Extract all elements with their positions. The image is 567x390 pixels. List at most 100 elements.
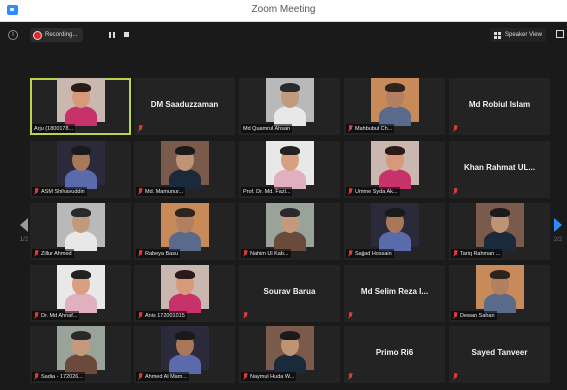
stop-recording-icon[interactable] xyxy=(124,32,129,37)
mic-muted-icon xyxy=(138,125,143,132)
participant-video xyxy=(265,78,314,126)
participant-nameplate: Sadia - 172026... xyxy=(32,372,85,381)
participant-video xyxy=(370,141,419,189)
participant-tile[interactable]: Nahim Ul Kab... xyxy=(239,203,340,260)
participant-nameplate xyxy=(451,372,460,381)
participant-video xyxy=(56,326,105,374)
previous-page-button[interactable]: 1/2 xyxy=(17,212,31,252)
participant-tile[interactable]: Md Selim Reza I... xyxy=(344,265,445,322)
participant-name-large: Khan Rahmat UL... xyxy=(463,163,536,172)
participant-video xyxy=(370,203,419,251)
participant-nameplate xyxy=(241,311,250,320)
meeting-info-icon[interactable]: i xyxy=(8,30,18,40)
participant-tile[interactable]: Dr. Md Ahnaf... xyxy=(30,265,131,322)
participant-tile[interactable]: DM Saaduzzaman xyxy=(134,78,235,135)
participant-nameplate: Sajjad Hossain xyxy=(346,249,394,258)
participant-name-large: Primo Ri6 xyxy=(375,348,414,357)
mic-muted-icon xyxy=(34,188,39,195)
previous-page-number: 1/2 xyxy=(19,237,29,243)
participant-nameplate: Arju (1800178... xyxy=(32,124,76,133)
mic-muted-icon xyxy=(348,125,353,132)
participant-name-large: Sayed Tanveer xyxy=(471,348,528,357)
participant-nameplate xyxy=(346,311,355,320)
participant-nameplate: Tariq Rahman ... xyxy=(451,249,503,258)
mic-muted-icon xyxy=(138,250,143,257)
participant-video xyxy=(160,203,209,251)
participant-tile[interactable]: Sourav Barua xyxy=(239,265,340,322)
participant-nameplate: Naymul Huda W... xyxy=(241,372,297,381)
participant-nameplate: Rabeya Basu xyxy=(136,249,181,258)
participant-tile[interactable]: Zillur Ahmed xyxy=(30,203,131,260)
participant-nameplate: Zillur Ahmed xyxy=(32,249,74,258)
participant-tile[interactable]: Ahmed Al Mam... xyxy=(134,326,235,383)
participant-tile[interactable]: Sadia - 172026... xyxy=(30,326,131,383)
participant-name: Mahbubul Ch... xyxy=(355,125,393,132)
participant-name: Naymul Huda W... xyxy=(250,373,295,380)
participant-tile[interactable]: ASM Shihavuddin xyxy=(30,141,131,198)
participant-name: Ahmed Al Mam... xyxy=(145,373,187,380)
mic-muted-icon xyxy=(138,188,143,195)
participant-video xyxy=(160,141,209,189)
participant-tile[interactable]: Anis 172001015 xyxy=(134,265,235,322)
speaker-view-button[interactable]: Speaker View xyxy=(490,28,546,42)
mic-muted-icon xyxy=(243,250,248,257)
participant-nameplate: Ahmed Al Mam... xyxy=(136,372,189,381)
mic-muted-icon xyxy=(34,312,39,319)
participant-tile[interactable]: Sayed Tanveer xyxy=(449,326,550,383)
fullscreen-icon[interactable] xyxy=(556,30,564,38)
participant-video xyxy=(56,78,105,126)
participant-tile[interactable]: Rabeya Basu xyxy=(134,203,235,260)
title-bar: Zoom Meeting xyxy=(0,0,567,22)
participant-tile[interactable]: Umme Syda Ak... xyxy=(344,141,445,198)
participant-nameplate xyxy=(136,124,145,133)
mic-muted-icon xyxy=(453,125,458,132)
participant-video xyxy=(475,265,524,313)
next-page-number: 2/2 xyxy=(553,237,563,243)
participant-tile[interactable]: Prof. Dr. Md. Fazl... xyxy=(239,141,340,198)
participant-tile[interactable]: Khan Rahmat UL... xyxy=(449,141,550,198)
participant-video xyxy=(265,203,314,251)
participant-tile[interactable]: Tariq Rahman ... xyxy=(449,203,550,260)
participant-nameplate xyxy=(451,124,460,133)
speaker-view-label: Speaker View xyxy=(505,32,542,38)
participant-tile[interactable]: Md Quamrul Ahsan xyxy=(239,78,340,135)
participant-nameplate: Md. Mamunur... xyxy=(136,187,186,196)
participant-video xyxy=(160,265,209,313)
mic-muted-icon xyxy=(34,373,39,380)
participant-video xyxy=(475,203,524,251)
mic-muted-icon xyxy=(453,373,458,380)
arrow-left-icon xyxy=(20,218,28,232)
participant-nameplate: ASM Shihavuddin xyxy=(32,187,87,196)
meeting-top-bar: i Recording... Speaker View xyxy=(0,22,567,48)
participant-name: Umme Syda Ak... xyxy=(355,188,398,195)
mic-muted-icon xyxy=(138,373,143,380)
mic-muted-icon xyxy=(348,188,353,195)
next-page-button[interactable]: 2/2 xyxy=(551,212,565,252)
participant-tile[interactable]: Arju (1800178... xyxy=(30,78,131,135)
participant-tile[interactable]: Md. Mamunur... xyxy=(134,141,235,198)
participant-name-large: Md Robiul Islam xyxy=(468,100,531,109)
participant-tile[interactable]: Naymul Huda W... xyxy=(239,326,340,383)
participant-tile[interactable]: Primo Ri6 xyxy=(344,326,445,383)
participant-nameplate xyxy=(451,187,460,196)
participant-nameplate: Mahbubul Ch... xyxy=(346,124,395,133)
participant-nameplate xyxy=(346,372,355,381)
mic-muted-icon xyxy=(348,312,353,319)
recording-label: Recording... xyxy=(45,32,78,38)
participant-video xyxy=(56,265,105,313)
participant-name: Rabeya Basu xyxy=(145,250,179,257)
mic-muted-icon xyxy=(453,312,458,319)
mic-muted-icon xyxy=(34,250,39,257)
mic-muted-icon xyxy=(348,250,353,257)
arrow-right-icon xyxy=(554,218,562,232)
participant-name: Prof. Dr. Md. Fazl... xyxy=(243,188,291,195)
recording-dot-icon xyxy=(34,31,41,39)
participant-name: Dewan Sahan xyxy=(460,312,495,319)
participant-tile[interactable]: Mahbubul Ch... xyxy=(344,78,445,135)
participant-tile[interactable]: Md Robiul Islam xyxy=(449,78,550,135)
participant-tile[interactable]: Dewan Sahan xyxy=(449,265,550,322)
mic-muted-icon xyxy=(243,312,248,319)
pause-recording-icon[interactable] xyxy=(109,32,115,38)
participant-name: Arju (1800178... xyxy=(34,125,74,132)
participant-tile[interactable]: Sajjad Hossain xyxy=(344,203,445,260)
